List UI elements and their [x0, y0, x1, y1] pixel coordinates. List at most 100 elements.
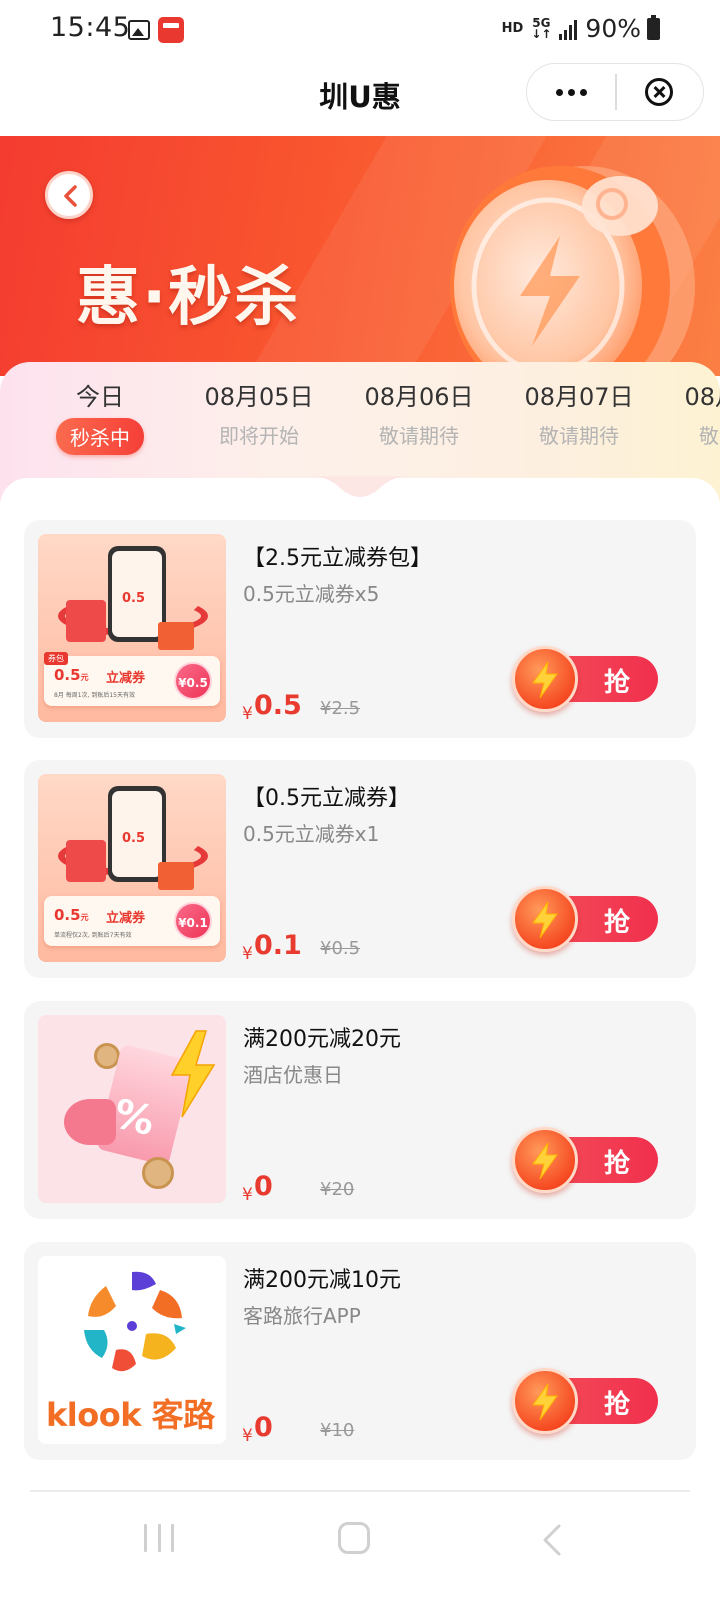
original-price: ¥20	[320, 1179, 355, 1200]
megaphone-icon	[64, 1099, 116, 1145]
tab-status: 即将开始	[219, 424, 299, 448]
back-button[interactable]	[45, 171, 93, 219]
flash-sale-banner: 惠·秒杀	[0, 136, 720, 376]
product-desc: 客路旅行APP	[243, 1304, 361, 1328]
coupon-note: 8月 每周1次, 到账后15天有效	[54, 692, 135, 699]
back-nav-icon[interactable]	[540, 1524, 564, 1556]
product-card[interactable]: 0.5 券包 0.5元 立减券 8月 每周1次, 到账后15天有效 ¥0.5 【…	[24, 520, 696, 738]
product-image: klook 客路	[38, 1256, 226, 1444]
lightning-icon	[532, 1383, 558, 1421]
active-tab-pointer	[308, 476, 412, 497]
product-desc: 0.5元立减券x5	[243, 582, 380, 606]
status-indicators: HD 5G ↓↑ 90%	[502, 14, 660, 43]
product-name: 满200元减10元	[243, 1268, 401, 1293]
battery-level: 90%	[585, 14, 641, 43]
grab-button[interactable]: 抢	[512, 1127, 658, 1193]
title-bar: 圳U惠	[0, 60, 720, 136]
phone-value: 0.5	[122, 591, 146, 606]
product-price: 0.5	[254, 690, 302, 721]
tab-date: 08月08日	[684, 383, 720, 411]
product-image: 0.5 0.5元 立减券 单流程仅2次, 到账后7天有效 ¥0.1	[38, 774, 226, 962]
gallery-notification-icon	[128, 20, 150, 40]
tab-date: 08月06日	[364, 383, 474, 411]
product-price: 0	[254, 1412, 273, 1443]
original-price: ¥10	[320, 1420, 355, 1441]
hd-indicator: HD	[501, 21, 524, 36]
close-button[interactable]	[645, 78, 673, 106]
tab-date: 08月05日	[204, 383, 314, 411]
lightning-icon	[532, 1142, 558, 1180]
more-dot	[555, 88, 563, 96]
home-icon[interactable]	[338, 1522, 370, 1554]
tab-0808[interactable]: 08月08日 敬请期待	[664, 380, 720, 449]
banner-title: 惠·秒杀	[76, 261, 301, 335]
lightning-icon	[532, 661, 558, 699]
coupon-label: 立减券	[106, 671, 146, 686]
tab-status: 敬请期待	[379, 424, 459, 448]
product-card[interactable]: klook 客路 满200元减10元 客路旅行APP ¥ 0 ¥10 抢	[24, 1242, 696, 1460]
shopping-bag-icon	[66, 600, 106, 642]
nav-divider	[30, 1490, 690, 1492]
tab-status: 敬请期待	[539, 424, 619, 448]
system-navigation-bar	[0, 1490, 720, 1600]
coupon-label: 立减券	[106, 911, 146, 926]
product-name: 满200元减20元	[243, 1027, 401, 1052]
product-desc: 酒店优惠日	[243, 1063, 343, 1087]
original-price: ¥0.5	[320, 938, 361, 959]
phone-value: 0.5	[122, 831, 146, 846]
product-desc: 0.5元立减券x1	[243, 822, 380, 846]
gift-box-icon	[158, 622, 194, 650]
more-dot	[579, 88, 587, 96]
tab-status-badge: 秒杀中	[56, 418, 144, 455]
coupon-badge: 券包	[44, 652, 68, 665]
app-notification-icon	[158, 17, 184, 43]
currency-symbol: ¥	[242, 1185, 253, 1205]
capsule-menu	[526, 63, 704, 121]
chevron-left-icon	[64, 185, 77, 207]
network-type-indicator: 5G ↓↑	[531, 15, 552, 41]
product-price: 0.1	[254, 930, 302, 961]
lightning-icon	[532, 901, 558, 939]
grab-button[interactable]: 抢	[512, 886, 658, 952]
tab-date: 今日	[76, 383, 124, 411]
product-price: 0	[254, 1171, 273, 1202]
grab-label: 抢	[604, 908, 631, 938]
grab-button[interactable]: 抢	[512, 646, 658, 712]
original-price: ¥2.5	[320, 698, 361, 719]
product-image: 0.5 券包 0.5元 立减券 8月 每周1次, 到账后15天有效 ¥0.5	[38, 534, 226, 722]
grab-label: 抢	[604, 1149, 631, 1179]
klook-wordmark: klook 客路	[46, 1396, 215, 1434]
coupon-note: 单流程仅2次, 到账后7天有效	[54, 932, 132, 939]
more-button[interactable]	[527, 64, 615, 120]
coupon-amount: 0.5元	[54, 906, 89, 924]
product-card[interactable]: % 满200元减20元 酒店优惠日 ¥ 0 ¥20 抢	[24, 1001, 696, 1219]
coupon-coin: ¥0.5	[174, 662, 212, 700]
product-image: %	[38, 1015, 226, 1203]
klook-logo-icon	[84, 1271, 186, 1372]
tab-today[interactable]: 今日 秒杀中	[25, 380, 175, 455]
product-name: 【0.5元立减券】	[243, 786, 410, 811]
recent-apps-icon[interactable]	[144, 1524, 174, 1552]
battery-icon	[647, 14, 660, 40]
currency-symbol: ¥	[242, 1426, 253, 1446]
tab-0805[interactable]: 08月05日 即将开始	[184, 380, 334, 449]
status-bar: 15:45 HD 5G ↓↑ 90%	[0, 0, 720, 60]
tab-0807[interactable]: 08月07日 敬请期待	[504, 380, 654, 449]
signal-icon	[559, 18, 578, 40]
grab-button[interactable]: 抢	[512, 1368, 658, 1434]
coupon-coin: ¥0.1	[174, 902, 212, 940]
lightning-coin-illustration	[450, 166, 695, 376]
tab-0806[interactable]: 08月06日 敬请期待	[344, 380, 494, 449]
coupon-card: 0.5元 立减券 单流程仅2次, 到账后7天有效 ¥0.1	[44, 896, 220, 946]
tab-status: 敬请期待	[699, 424, 720, 448]
product-card[interactable]: 0.5 0.5元 立减券 单流程仅2次, 到账后7天有效 ¥0.1 【0.5元立…	[24, 760, 696, 978]
grab-label: 抢	[604, 668, 631, 698]
coupon-amount: 0.5元	[54, 666, 89, 684]
shopping-bag-icon	[66, 840, 106, 882]
more-dot	[567, 88, 575, 96]
coin-icon	[142, 1157, 174, 1189]
tab-date: 08月07日	[524, 383, 634, 411]
capsule-divider	[615, 74, 617, 110]
grab-label: 抢	[604, 1390, 631, 1420]
currency-symbol: ¥	[242, 704, 253, 724]
